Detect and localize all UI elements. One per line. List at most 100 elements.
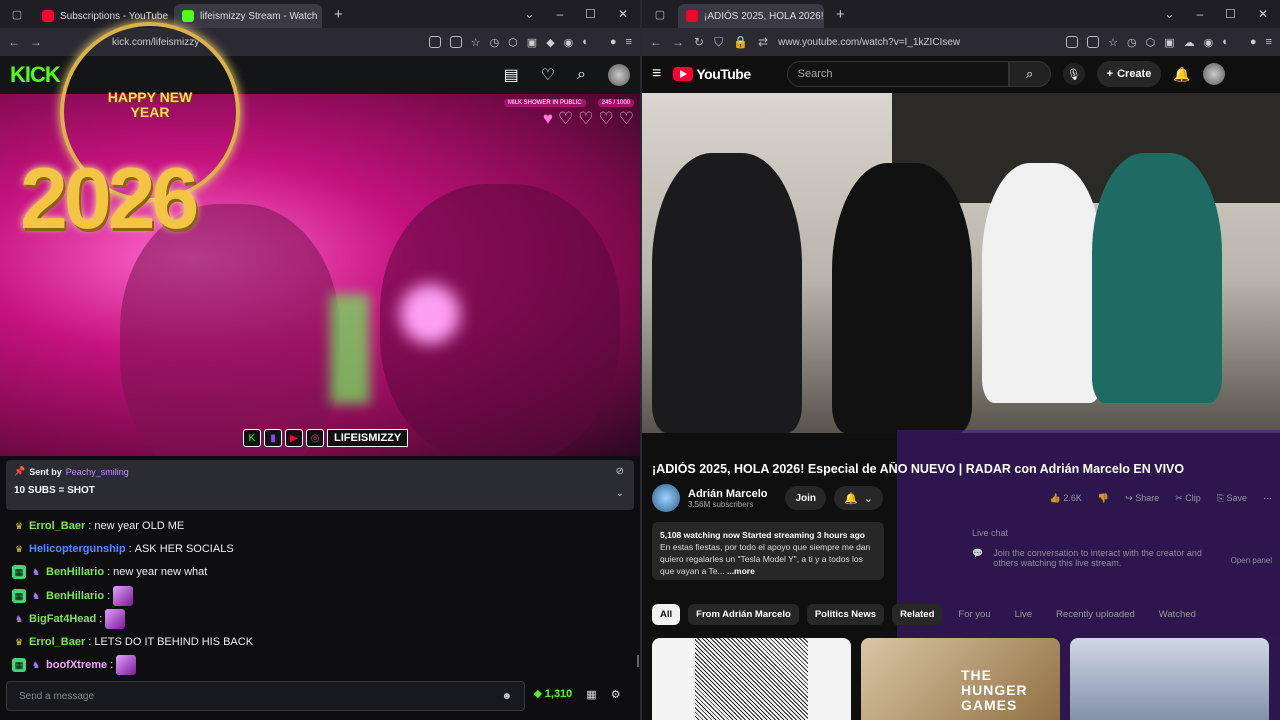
minimize-icon[interactable]: –	[1196, 7, 1203, 21]
adblock-icon[interactable]: ▣	[1164, 36, 1174, 49]
emoji-icon[interactable]: ☻	[501, 691, 512, 702]
microphone-icon[interactable]: 🎙	[1062, 63, 1085, 85]
search-icon[interactable]: ⌕	[1008, 61, 1051, 87]
chip-politics-news[interactable]: Politics News	[806, 604, 885, 625]
chat-username[interactable]: boofXtreme	[46, 659, 107, 671]
ext-cloud-icon[interactable]: ☁	[1184, 36, 1195, 49]
extensions-icon[interactable]: ⬡	[508, 36, 518, 49]
minimize-icon[interactable]: –	[556, 7, 563, 21]
screenshot-icon[interactable]	[1066, 35, 1079, 48]
pinned-sender[interactable]: Peachy_smiling	[66, 467, 129, 477]
maximize-icon[interactable]: ☐	[1225, 7, 1236, 21]
video-thumbnail[interactable]	[652, 638, 851, 720]
account-icon[interactable]: ●	[1250, 36, 1257, 49]
ext-purple-icon[interactable]: ◐	[582, 36, 589, 49]
following-heart-icon[interactable]: ♡	[541, 65, 555, 85]
share-button[interactable]: ↪ Share	[1125, 493, 1159, 504]
open-panel-button[interactable]: Open panel	[1231, 556, 1272, 565]
extensions-icon[interactable]: ⬡	[1146, 36, 1156, 49]
permissions-icon[interactable]: ⇄	[758, 35, 768, 49]
hide-pin-icon[interactable]: ⊘	[616, 466, 624, 477]
chip-all[interactable]: All	[652, 604, 681, 625]
back-icon[interactable]: ←	[650, 35, 662, 49]
ext-orange-icon[interactable]: ◆	[546, 36, 554, 49]
new-tab-icon[interactable]: +	[334, 6, 343, 23]
user-avatar[interactable]	[1202, 63, 1225, 85]
search-icon[interactable]: ⌕	[577, 66, 586, 84]
like-button[interactable]: 👍 2.6K	[1050, 493, 1082, 504]
adblock-icon[interactable]: ▣	[527, 36, 537, 49]
join-button[interactable]: Join	[785, 486, 827, 510]
chat-input[interactable]: Send a message ☻	[6, 681, 525, 711]
shield-icon[interactable]: ⛉	[714, 35, 723, 50]
viewer-count[interactable]: ⬥ 1,310	[534, 688, 572, 701]
account-icon[interactable]: ●	[610, 36, 617, 49]
chip-related[interactable]: Related	[892, 604, 943, 625]
chat-username[interactable]: Errol_Baer	[29, 520, 85, 532]
emote-icon[interactable]	[116, 655, 137, 676]
notifications-bell-icon[interactable]: 🔔	[1173, 66, 1190, 83]
chip-from-adri-n-marcelo[interactable]: From Adrián Marcelo	[688, 604, 799, 625]
back-icon[interactable]: ←	[8, 35, 20, 49]
hamburger-menu-icon[interactable]: ≡	[652, 65, 661, 83]
channel-avatar[interactable]	[652, 484, 680, 512]
save-button[interactable]: ⎘ Save	[1217, 493, 1247, 504]
chat-username[interactable]: BenHillario	[46, 590, 104, 602]
chat-username[interactable]: Helicoptergunship	[29, 543, 126, 555]
user-avatar[interactable]	[608, 64, 630, 86]
search-input[interactable]: Search	[786, 61, 1009, 87]
menu-icon[interactable]: ≡	[1266, 36, 1272, 49]
chip-watched[interactable]: Watched	[1151, 604, 1204, 625]
chip-live[interactable]: Live	[1007, 604, 1040, 625]
chevron-down-icon[interactable]: ⌄	[616, 488, 624, 499]
tab-overview-icon[interactable]: ▢	[642, 8, 678, 21]
youtube-logo[interactable]: YouTube	[673, 66, 751, 82]
screenshot-icon[interactable]	[428, 35, 441, 48]
pinned-message[interactable]: 📌 Sent by Peachy_smiling 10 SUBS = SHOT …	[6, 460, 634, 510]
tab-list-chevron-icon[interactable]: ⌄	[1164, 7, 1174, 21]
video-description[interactable]: 5,108 watching now Started streaming 3 h…	[652, 522, 884, 580]
chat-scrollbar[interactable]	[637, 655, 639, 667]
close-window-icon[interactable]: ✕	[618, 7, 628, 21]
reader-icon[interactable]	[1087, 35, 1100, 48]
video-thumbnail[interactable]: THE HUNGER GAMES	[861, 638, 1060, 720]
reader-icon[interactable]	[449, 35, 462, 48]
emote-icon[interactable]	[105, 608, 126, 629]
ext-blue-icon[interactable]: ◉	[1204, 36, 1214, 49]
tab-youtube-video[interactable]: ¡ADIÓS 2025, HOLA 2026! E ✕	[678, 4, 824, 28]
clip-button[interactable]: ✂ Clip	[1175, 493, 1201, 504]
chat-username[interactable]: Errol_Baer	[29, 636, 85, 648]
chip-for-you[interactable]: For you	[950, 604, 998, 625]
tab-list-chevron-icon[interactable]: ⌄	[524, 7, 534, 21]
youtube-video-player[interactable]	[642, 93, 1280, 433]
subscribed-bell-button[interactable]: 🔔 ⌄	[834, 486, 883, 510]
video-thumbnail[interactable]	[1070, 638, 1269, 720]
close-window-icon[interactable]: ✕	[1258, 7, 1268, 21]
chevron-down-icon: ⌄	[863, 492, 873, 505]
bookmark-star-icon[interactable]: ☆	[1108, 36, 1118, 49]
chat-username[interactable]: BigFat4Head	[29, 613, 96, 625]
emote-icon[interactable]	[113, 585, 134, 606]
channel-name[interactable]: Adrián Marcelo	[688, 488, 767, 500]
address-bar[interactable]: www.youtube.com/watch?v=I_1kZICIsew	[778, 37, 960, 48]
ext-blue-icon[interactable]: ◉	[564, 36, 574, 49]
create-button[interactable]: + Create	[1096, 61, 1162, 87]
reload-icon[interactable]: ↻	[694, 35, 704, 49]
bookmark-star-icon[interactable]: ☆	[471, 36, 481, 49]
ext-purple-icon[interactable]: ◐	[1222, 36, 1229, 49]
more-actions-icon[interactable]: ⋯	[1263, 493, 1272, 504]
menu-icon[interactable]: ≡	[626, 36, 632, 49]
forward-icon[interactable]: →	[672, 35, 684, 49]
store-icon[interactable]: ▦	[586, 688, 596, 701]
dislike-icon[interactable]: 👎	[1098, 493, 1109, 504]
history-icon[interactable]: ◷	[490, 36, 500, 49]
tab-overview-icon[interactable]: ▢	[0, 8, 34, 21]
new-tab-icon[interactable]: +	[836, 6, 845, 23]
browse-icon[interactable]: ▤	[504, 65, 519, 85]
chat-username[interactable]: BenHillario	[46, 566, 104, 578]
more-link[interactable]: ...more	[727, 566, 755, 576]
settings-gear-icon[interactable]: ⚙	[611, 688, 621, 701]
history-icon[interactable]: ◷	[1127, 36, 1137, 49]
maximize-icon[interactable]: ☐	[585, 7, 596, 21]
chip-recently-uploaded[interactable]: Recently uploaded	[1048, 604, 1143, 625]
